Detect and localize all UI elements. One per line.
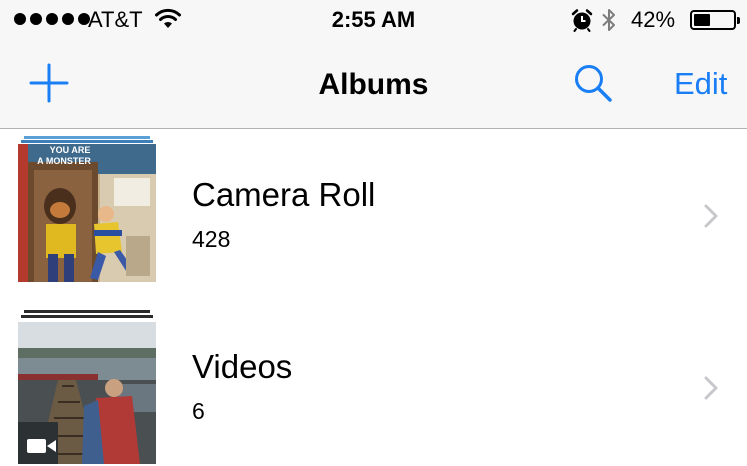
album-cover-stack: YOU ARE A MONSTER [18,136,156,282]
cover-text-line-2: A MONSTER [37,156,91,166]
album-video-count: 6 [192,398,205,424]
album-cover-stack [18,310,156,464]
album-cover-thumbnail: YOU ARE A MONSTER [18,144,156,282]
bluetooth-icon [602,9,615,31]
album-row-camera-roll[interactable]: YOU ARE A MONSTER Camera Roll 428 [0,130,747,302]
album-row-videos[interactable]: Videos 6 [0,302,747,466]
navigation-bar: Albums Edit [0,40,747,129]
cover-text-line-1: YOU ARE [50,145,91,155]
alarm-clock-icon [571,9,593,32]
battery-percentage: 42% [631,7,676,32]
album-photo-count: 428 [192,226,231,252]
album-cover-thumbnail [18,322,156,464]
chevron-right-icon [704,204,718,228]
battery-icon [690,10,740,30]
battery-fill-level [694,14,710,26]
album-title: Videos [192,348,293,385]
video-camera-icon [27,439,56,453]
search-icon[interactable] [572,62,616,106]
edit-button[interactable]: Edit [674,67,727,101]
status-bar: AT&T 2:55 AM 42% [0,0,747,40]
album-list: YOU ARE A MONSTER Camera Roll 428 Videos… [0,130,747,466]
album-title: Camera Roll [192,176,376,213]
chevron-right-icon [704,376,718,400]
page-title: Albums [318,68,429,101]
